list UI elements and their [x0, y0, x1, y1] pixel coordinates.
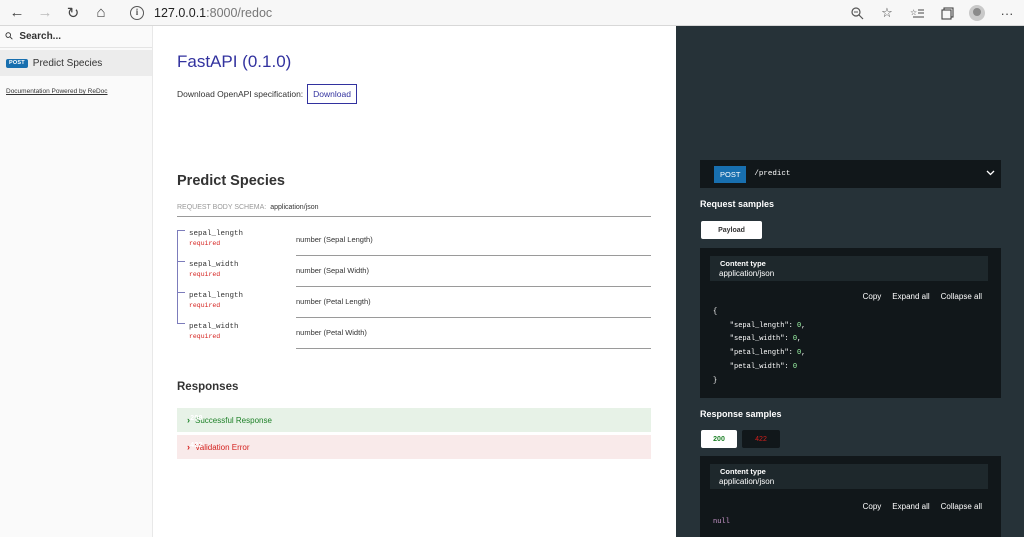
main-content: FastAPI (0.1.0) Download OpenAPI specifi…	[153, 26, 676, 537]
field-type: number (Sepal Width)	[296, 266, 369, 275]
request-sample-box: Content type application/json Copy Expan…	[700, 248, 1001, 398]
expand-all-button[interactable]: Expand all	[892, 292, 929, 301]
field-required: required	[189, 333, 221, 340]
tree-line	[177, 292, 185, 293]
response-422-row[interactable]: › 422 Validation Error	[177, 435, 651, 459]
field-name: sepal_width	[189, 261, 239, 269]
download-spec-row: Download OpenAPI specification: Download	[177, 84, 357, 104]
svg-text:☆: ☆	[910, 8, 917, 17]
samples-panel: POST /predict Request samples Payload Co…	[676, 26, 1024, 537]
copy-button[interactable]: Copy	[863, 502, 882, 511]
field-type: number (Sepal Length)	[296, 235, 373, 244]
field-required: required	[189, 271, 221, 278]
field-row-petal-length: petal_length required number (Petal Leng…	[177, 287, 651, 318]
request-samples-title: Request samples	[700, 199, 775, 209]
search-icon: ⚲	[3, 30, 17, 43]
redoc-powered-link[interactable]: Documentation Powered by ReDoc	[6, 88, 108, 95]
copy-button[interactable]: Copy	[863, 292, 882, 301]
expand-all-button[interactable]: Expand all	[892, 502, 929, 511]
reload-icon[interactable]: ↻	[62, 2, 84, 24]
json-line: "sepal_width": 0,	[713, 335, 802, 344]
favorite-star-icon[interactable]: ☆	[876, 2, 898, 24]
collections-icon[interactable]	[936, 2, 958, 24]
content-type-label: Content type	[720, 259, 766, 268]
endpoint-selector[interactable]: POST /predict	[700, 160, 1001, 188]
request-body-schema-header: REQUEST BODY SCHEMA: application/json	[177, 204, 651, 217]
home-icon[interactable]: ⌂	[90, 2, 112, 24]
field-row-sepal-width: sepal_width required number (Sepal Width…	[177, 256, 651, 287]
url-text[interactable]: 127.0.0.1:8000/redoc	[154, 6, 272, 20]
tree-line	[177, 230, 178, 256]
response-samples-title: Response samples	[700, 409, 782, 419]
favorites-list-icon[interactable]: ☆	[906, 2, 928, 24]
response-code-block: null	[713, 518, 730, 526]
avatar-icon	[969, 5, 985, 21]
json-line: "sepal_length": 0,	[713, 321, 806, 330]
api-title: FastAPI (0.1.0)	[177, 52, 292, 71]
content-type-value: application/json	[719, 269, 775, 278]
response-sample-box: Content type application/json Copy Expan…	[700, 456, 1001, 537]
content-type-box: Content type application/json	[710, 464, 988, 489]
field-row-sepal-length: sepal_length required number (Sepal Leng…	[177, 225, 651, 256]
collapse-all-button[interactable]: Collapse all	[941, 502, 982, 511]
response-code: 422	[190, 442, 203, 451]
field-row-petal-width: petal_width required number (Petal Width…	[177, 318, 651, 349]
content-type-label: Content type	[720, 467, 766, 476]
operation-title: Predict Species	[177, 173, 285, 189]
field-required: required	[189, 240, 221, 247]
response-code: 200	[190, 415, 203, 424]
tree-line	[177, 261, 185, 262]
field-type: number (Petal Width)	[296, 328, 367, 337]
tree-line	[177, 323, 185, 324]
schema-fields: sepal_length required number (Sepal Leng…	[177, 225, 651, 349]
field-required: required	[189, 302, 221, 309]
address-bar[interactable]: i 127.0.0.1:8000/redoc	[130, 2, 272, 24]
search-input[interactable]	[19, 31, 140, 42]
sidebar-item-predict-species[interactable]: POST Predict Species	[0, 50, 152, 76]
response-200-row[interactable]: › 200 Successful Response	[177, 408, 651, 432]
field-name: sepal_length	[189, 230, 244, 238]
browser-actions: ☆ ☆ ···	[838, 2, 1018, 24]
schema-value: application/json	[270, 204, 319, 211]
response-tab-422[interactable]: 422	[742, 430, 780, 448]
sidebar-item-label: Predict Species	[32, 57, 103, 69]
content-type-box: Content type application/json	[710, 256, 988, 281]
download-button[interactable]: Download	[307, 84, 357, 104]
content-type-value: application/json	[719, 477, 775, 486]
chevron-down-icon	[986, 168, 995, 178]
sample-actions: Copy Expand all Collapse all	[852, 292, 982, 301]
search-bar: ⚲	[0, 26, 152, 48]
field-name: petal_length	[189, 292, 244, 300]
json-line: "petal_width": 0	[713, 362, 798, 371]
collapse-all-button[interactable]: Collapse all	[941, 292, 982, 301]
response-tab-200[interactable]: 200	[701, 430, 737, 448]
back-icon[interactable]: ←	[6, 2, 28, 24]
field-type: number (Petal Length)	[296, 297, 371, 306]
post-method-badge: POST	[6, 58, 28, 68]
sidebar: ⚲ POST Predict Species Documentation Pow…	[0, 26, 153, 537]
site-info-icon[interactable]: i	[130, 5, 144, 20]
field-name: petal_width	[189, 323, 239, 331]
browser-toolbar: ← → ↻ ⌂ i 127.0.0.1:8000/redoc ☆ ☆ ···	[0, 0, 1024, 26]
more-menu-icon[interactable]: ···	[996, 2, 1018, 24]
zoom-icon[interactable]	[846, 2, 868, 24]
response-text: Successful Response	[195, 415, 272, 425]
tree-line	[177, 230, 185, 231]
request-code-block: { "sepal_length": 0, "sepal_width": 0, "…	[713, 308, 806, 385]
endpoint-path: /predict	[754, 170, 791, 178]
response-text: Validation Error	[195, 442, 250, 452]
profile-avatar[interactable]	[966, 2, 988, 24]
schema-key: REQUEST BODY SCHEMA:	[177, 204, 267, 211]
json-line: "petal_length": 0,	[713, 349, 806, 358]
field-divider	[296, 348, 651, 349]
responses-title: Responses	[177, 381, 239, 393]
download-spec-label: Download OpenAPI specification:	[177, 89, 304, 99]
sample-actions: Copy Expand all Collapse all	[852, 502, 982, 511]
forward-icon[interactable]: →	[34, 2, 56, 24]
payload-tab[interactable]: Payload	[701, 221, 762, 239]
endpoint-method-badge: POST	[714, 165, 747, 183]
